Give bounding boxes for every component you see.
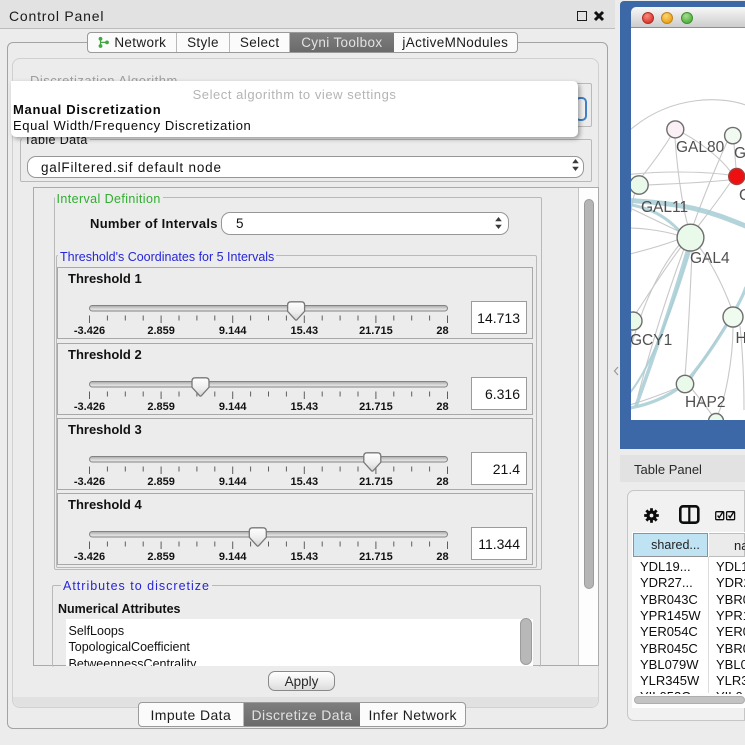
svg-text:GAL11: GAL11: [641, 199, 688, 216]
svg-text:-3.426: -3.426: [74, 476, 105, 488]
svg-text:15.43: 15.43: [291, 476, 319, 488]
svg-text:GAL80: GAL80: [676, 139, 725, 156]
svg-text:15.43: 15.43: [291, 325, 319, 337]
svg-text:2.859: 2.859: [147, 476, 175, 488]
svg-text:H: H: [736, 330, 745, 347]
svg-text:C: C: [739, 187, 745, 204]
svg-text:21.715: 21.715: [359, 476, 393, 488]
svg-text:21.715: 21.715: [359, 551, 393, 563]
svg-text:-3.426: -3.426: [74, 551, 105, 563]
svg-text:GCY1: GCY1: [631, 332, 672, 349]
svg-text:9.144: 9.144: [219, 476, 247, 488]
svg-text:-3.426: -3.426: [74, 401, 105, 413]
svg-text:9.144: 9.144: [219, 325, 247, 337]
svg-text:21.715: 21.715: [359, 401, 393, 413]
svg-text:2.859: 2.859: [147, 551, 175, 563]
svg-text:2.859: 2.859: [147, 401, 175, 413]
svg-text:21.715: 21.715: [359, 325, 393, 337]
svg-text:28: 28: [436, 401, 448, 413]
svg-text:2.859: 2.859: [147, 325, 175, 337]
svg-text:GAL4: GAL4: [690, 250, 730, 267]
svg-text:9.144: 9.144: [219, 401, 247, 413]
svg-text:28: 28: [436, 551, 448, 563]
svg-text:-3.426: -3.426: [74, 325, 105, 337]
svg-text:28: 28: [436, 476, 448, 488]
svg-text:9.144: 9.144: [219, 551, 247, 563]
svg-text:HAP2: HAP2: [685, 394, 726, 411]
svg-text:15.43: 15.43: [291, 551, 319, 563]
svg-text:15.43: 15.43: [291, 401, 319, 413]
svg-text:GA: GA: [734, 145, 745, 162]
svg-text:28: 28: [436, 325, 448, 337]
